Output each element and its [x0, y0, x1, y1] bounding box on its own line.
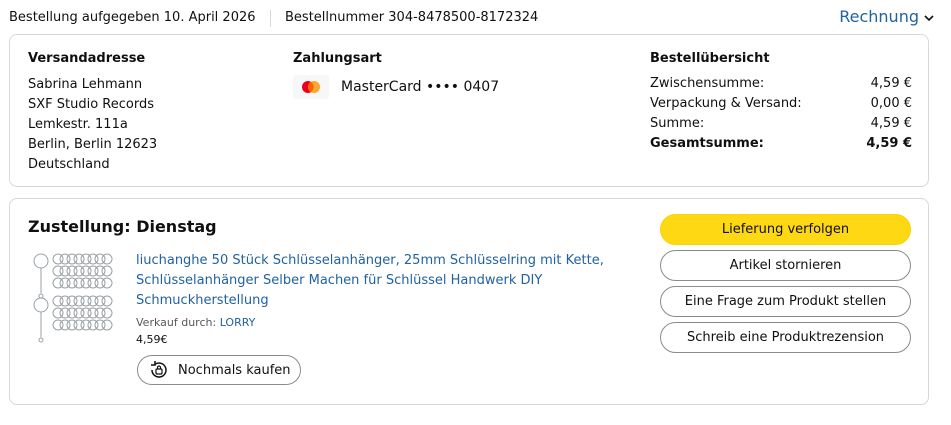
order-summary: Bestellübersicht Zwischensumme: 4,59 € V…	[650, 51, 912, 154]
header-divider	[270, 10, 271, 27]
address-line: SXF Studio Records	[28, 97, 154, 112]
address-line: Lemkestr. 111a	[28, 117, 128, 132]
product-image[interactable]	[28, 249, 130, 345]
shipment-card: Zustellung: Dienstag liuchanghe 50 Stück…	[9, 198, 929, 405]
summary-label: Gesamtsumme:	[650, 136, 764, 151]
address-line: Sabrina Lehmann	[28, 77, 143, 92]
buy-again-icon	[151, 361, 167, 378]
summary-value: 4,59 €	[866, 136, 912, 151]
cancel-item-button[interactable]: Artikel stornieren	[660, 250, 911, 281]
write-review-button[interactable]: Schreib eine Produktrezension	[660, 322, 911, 353]
summary-row-sum: Summe: 4,59 €	[650, 114, 912, 134]
summary-row-shipping: Verpackung & Versand: 0,00 €	[650, 94, 912, 114]
buy-again-label: Nochmals kaufen	[178, 362, 291, 378]
summary-row-total: Gesamtsumme: 4,59 €	[650, 134, 912, 154]
shipping-heading: Versandadresse	[28, 51, 146, 66]
mastercard-icon	[293, 75, 329, 99]
summary-heading: Bestellübersicht	[650, 51, 770, 66]
order-date: Bestellung aufgegeben 10. April 2026	[9, 10, 256, 25]
track-package-button[interactable]: Lieferung verfolgen	[660, 214, 911, 245]
address-line: Berlin, Berlin 12623	[28, 137, 158, 152]
summary-label: Summe:	[650, 116, 705, 131]
summary-value: 4,59 €	[870, 116, 912, 131]
product-title-link[interactable]: liuchanghe 50 Stück Schlüsselanhänger, 2…	[136, 251, 606, 311]
summary-value: 0,00 €	[870, 96, 912, 111]
seller-prefix: Verkauf durch:	[136, 316, 217, 329]
order-number: Bestellnummer 304-8478500-8172324	[285, 10, 539, 25]
delivery-status: Zustellung: Dienstag	[28, 217, 217, 236]
product-price: 4,59€	[136, 333, 168, 346]
card-number: MasterCard •••• 0407	[341, 79, 500, 95]
order-header: Bestellung aufgegeben 10. April 2026 Bes…	[9, 0, 939, 36]
seller-info: Verkauf durch: LORRY	[136, 316, 606, 329]
summary-label: Zwischensumme:	[650, 76, 765, 91]
address-line: Deutschland	[28, 157, 110, 172]
ask-question-button[interactable]: Eine Frage zum Produkt stellen	[660, 286, 911, 317]
summary-row-subtotal: Zwischensumme: 4,59 €	[650, 74, 912, 94]
summary-value: 4,59 €	[870, 76, 912, 91]
buy-again-button[interactable]: Nochmals kaufen	[137, 355, 301, 385]
shipping-address: Versandadresse Sabrina Lehmann SXF Studi…	[28, 51, 157, 175]
payment-method: Zahlungsart MasterCard •••• 0407	[293, 51, 499, 99]
order-details-card: Versandadresse Sabrina Lehmann SXF Studi…	[9, 34, 929, 187]
invoice-label: Rechnung	[839, 7, 919, 26]
invoice-dropdown[interactable]: Rechnung	[839, 7, 935, 26]
payment-heading: Zahlungsart	[293, 51, 382, 66]
chevron-down-icon	[924, 14, 934, 21]
product-info: liuchanghe 50 Stück Schlüsselanhänger, 2…	[136, 251, 606, 346]
summary-label: Verpackung & Versand:	[650, 96, 802, 111]
seller-link[interactable]: LORRY	[220, 316, 256, 329]
